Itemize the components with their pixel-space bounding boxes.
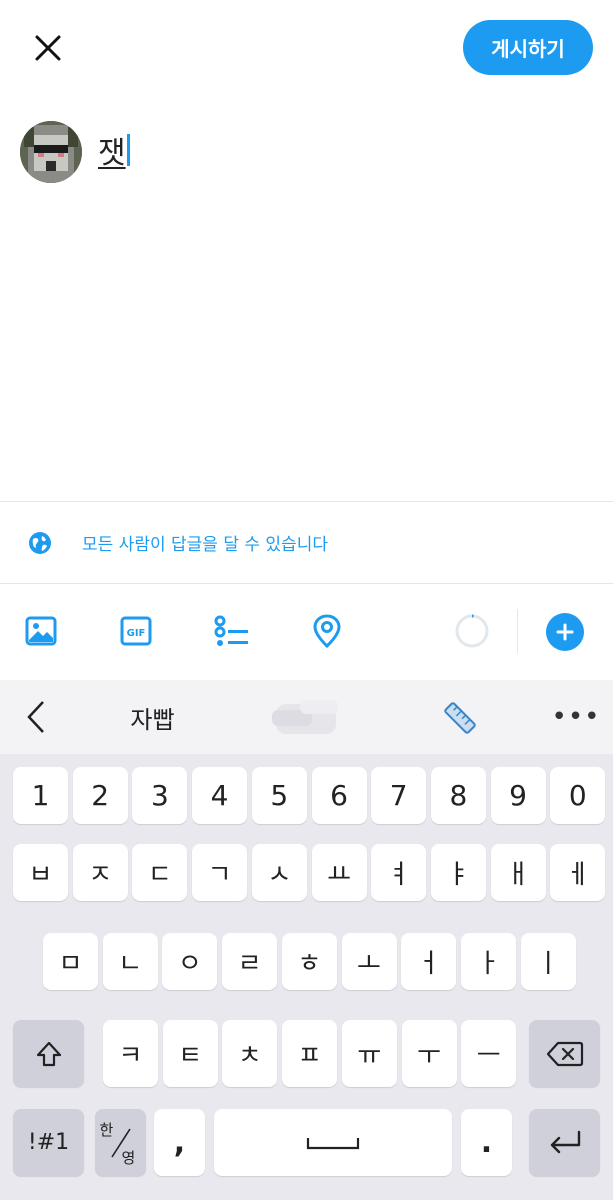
add-location-button[interactable] [307, 611, 347, 651]
reply-setting-label: 모든 사람이 답글을 달 수 있습니다 [82, 535, 328, 555]
key-3[interactable]: 3 [132, 767, 188, 824]
toolbar-divider [517, 609, 518, 653]
globe-icon [29, 531, 51, 554]
enter-key[interactable] [529, 1109, 600, 1176]
suggestion-word[interactable]: 자빱 [105, 698, 200, 736]
suggestion-back-button[interactable] [22, 698, 50, 736]
key-7[interactable]: 7 [371, 767, 427, 824]
key-row2-8[interactable]: ㅣ [520, 933, 576, 990]
key-row3-4[interactable]: ㅠ [341, 1020, 397, 1087]
character-counter-ring [455, 614, 489, 648]
add-image-button[interactable] [21, 611, 61, 651]
key-row2-3[interactable]: ㄹ [222, 933, 278, 990]
close-icon [35, 35, 61, 61]
reply-setting-button[interactable]: 모든 사람이 답글을 달 수 있습니다 [28, 530, 328, 555]
key-row2-7[interactable]: ㅏ [460, 933, 516, 990]
key-row2-1[interactable]: ㄴ [102, 933, 158, 990]
backspace-key[interactable] [529, 1020, 600, 1087]
key-2[interactable]: 2 [72, 767, 128, 824]
add-poll-button[interactable] [212, 611, 252, 651]
key-row3-2[interactable]: ㅊ [222, 1020, 278, 1087]
ruler-icon[interactable] [440, 698, 480, 738]
comma-key[interactable]: , [154, 1109, 205, 1176]
key-1[interactable]: 1 [13, 767, 68, 824]
close-button[interactable] [28, 28, 68, 68]
key-row1-7[interactable]: ㅑ [430, 844, 486, 901]
gif-icon: GIF [120, 616, 152, 646]
symbols-key[interactable]: !#1 [13, 1109, 84, 1176]
key-row2-0[interactable]: ㅁ [43, 933, 98, 990]
key-row2-4[interactable]: ㅎ [281, 933, 337, 990]
key-row2-5[interactable]: ㅗ [341, 933, 397, 990]
key-row3-5[interactable]: ㅜ [401, 1020, 457, 1087]
key-row1-3[interactable]: ㄱ [192, 844, 248, 901]
gif-label: GIF [127, 628, 146, 639]
divider [0, 583, 613, 584]
image-icon [25, 616, 57, 646]
key-9[interactable]: 9 [490, 767, 546, 824]
key-4[interactable]: 4 [192, 767, 248, 824]
space-key[interactable] [214, 1109, 452, 1176]
chevron-left-icon [27, 701, 44, 733]
space-icon [306, 1137, 360, 1149]
key-8[interactable]: 8 [430, 767, 486, 824]
poll-icon [214, 615, 248, 646]
compose-text: 잿 [98, 136, 126, 171]
post-button[interactable]: 게시하기 [463, 20, 593, 75]
key-6[interactable]: 6 [311, 767, 367, 824]
key-row1-8[interactable]: ㅐ [490, 844, 546, 901]
key-row1-0[interactable]: ㅂ [13, 844, 68, 901]
key-0[interactable]: 0 [550, 767, 606, 824]
key-row2-2[interactable]: ㅇ [162, 933, 218, 990]
key-row3-0[interactable]: ㅋ [103, 1020, 158, 1087]
more-options-button[interactable]: ••• [552, 698, 600, 736]
enter-icon [550, 1130, 580, 1153]
suggestion-bar: 자빱 ••• [0, 680, 613, 754]
language-toggle-key[interactable]: 한영 [95, 1109, 146, 1176]
lang-han-label: 한 [99, 1120, 114, 1139]
keyboard: 자빱 ••• 1234567890 ㅂㅈㄷㄱㅅㅛㅕㅑㅐㅔㅁㄴㅇㄹㅎㅗㅓㅏㅣㅋㅌㅊㅍ… [0, 680, 613, 1200]
key-row1-2[interactable]: ㄷ [132, 844, 188, 901]
shift-key[interactable] [13, 1020, 84, 1087]
avatar [20, 121, 82, 183]
add-thread-button[interactable] [546, 613, 584, 651]
key-row3-3[interactable]: ㅍ [282, 1020, 338, 1087]
key-row3-6[interactable]: ㅡ [461, 1020, 517, 1087]
key-row1-6[interactable]: ㅕ [371, 844, 427, 901]
text-caret [126, 134, 130, 166]
key-row1-4[interactable]: ㅅ [251, 844, 307, 901]
key-row1-9[interactable]: ㅔ [550, 844, 606, 901]
compose-input[interactable]: 잿 [98, 128, 130, 172]
sticker-icon[interactable] [270, 694, 342, 742]
plus-icon [556, 623, 574, 641]
key-row3-1[interactable]: ㅌ [162, 1020, 218, 1087]
key-row1-1[interactable]: ㅈ [72, 844, 128, 901]
key-row2-6[interactable]: ㅓ [401, 933, 457, 990]
shift-icon [36, 1041, 61, 1066]
lang-eng-label: 영 [121, 1148, 136, 1167]
period-key[interactable]: . [461, 1109, 512, 1176]
key-5[interactable]: 5 [251, 767, 307, 824]
location-icon [313, 614, 341, 648]
divider [0, 501, 613, 502]
key-row1-5[interactable]: ㅛ [311, 844, 367, 901]
add-gif-button[interactable]: GIF [116, 611, 156, 651]
backspace-icon [546, 1041, 583, 1066]
